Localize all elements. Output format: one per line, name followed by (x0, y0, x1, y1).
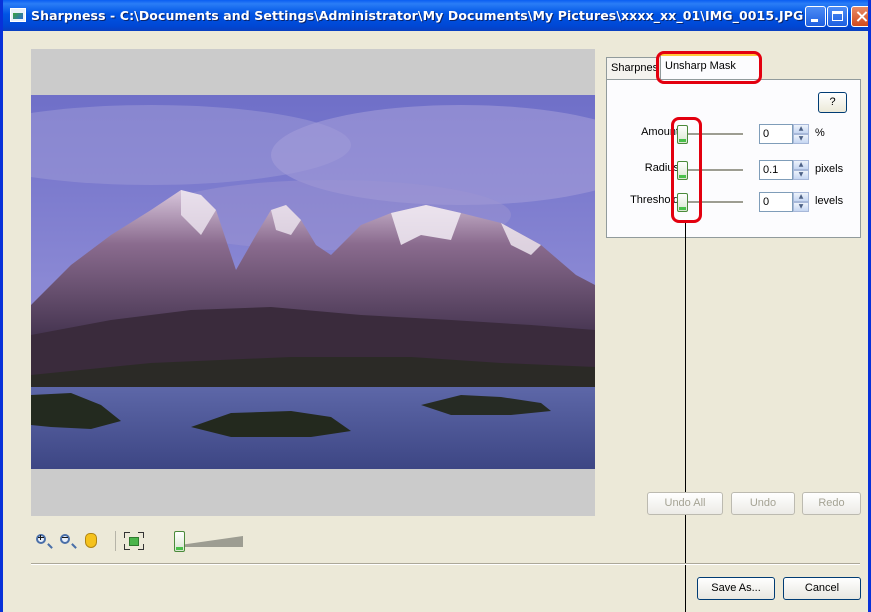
amount-unit: % (815, 127, 825, 139)
help-button[interactable]: ? (818, 92, 847, 113)
maximize-button[interactable] (827, 6, 848, 27)
zoom-slider-thumb[interactable] (174, 531, 185, 552)
radius-row: Radius 0.1 ▲ ▼ pixels (607, 158, 862, 182)
threshold-row: Threshold 0 ▲ ▼ levels (607, 190, 862, 214)
tab-sharpness[interactable]: Sharpness (606, 57, 658, 79)
minimize-button[interactable] (805, 6, 826, 27)
spin-up-icon[interactable]: ▲ (793, 124, 809, 134)
cancel-button[interactable]: Cancel (783, 577, 861, 600)
hand-icon[interactable] (82, 532, 100, 550)
amount-spinner[interactable]: ▲ ▼ (793, 124, 809, 144)
radius-field[interactable]: 0.1 (759, 160, 793, 180)
callout-line (685, 223, 686, 612)
save-as-button[interactable]: Save As... (697, 577, 775, 600)
app-icon (10, 8, 26, 22)
tab-highlight-callout (656, 51, 762, 84)
toolbar-separator (115, 531, 116, 551)
spin-down-icon[interactable]: ▼ (793, 202, 809, 212)
close-button[interactable] (851, 6, 868, 27)
radius-spinner[interactable]: ▲ ▼ (793, 160, 809, 180)
title-bar[interactable]: Sharpness - C:\Documents and Settings\Ad… (3, 0, 868, 31)
redo-button[interactable]: Redo (802, 492, 861, 515)
spin-down-icon[interactable]: ▼ (793, 170, 809, 180)
zoom-out-icon[interactable] (58, 532, 76, 550)
zoom-in-icon[interactable] (34, 532, 52, 550)
threshold-spinner[interactable]: ▲ ▼ (793, 192, 809, 212)
window-title: Sharpness - C:\Documents and Settings\Ad… (31, 8, 804, 23)
preview-photo (31, 95, 595, 469)
spin-down-icon[interactable]: ▼ (793, 134, 809, 144)
unsharp-mask-panel: ? Amount 0 ▲ ▼ % Radius 0.1 ▲ ▼ pixels T… (606, 79, 861, 238)
spin-up-icon[interactable]: ▲ (793, 160, 809, 170)
amount-field[interactable]: 0 (759, 124, 793, 144)
undo-button[interactable]: Undo (731, 492, 795, 515)
radius-unit: pixels (815, 163, 844, 175)
image-preview-area[interactable] (31, 49, 595, 516)
undo-all-button[interactable]: Undo All (647, 492, 723, 515)
amount-row: Amount 0 ▲ ▼ % (607, 122, 862, 146)
threshold-field[interactable]: 0 (759, 192, 793, 212)
zoom-slider-track[interactable] (180, 535, 243, 548)
fit-to-window-icon[interactable] (124, 532, 144, 550)
bottom-divider (31, 563, 860, 565)
spin-up-icon[interactable]: ▲ (793, 192, 809, 202)
threshold-unit: levels (815, 195, 844, 207)
slider-highlight-callout (671, 117, 702, 223)
